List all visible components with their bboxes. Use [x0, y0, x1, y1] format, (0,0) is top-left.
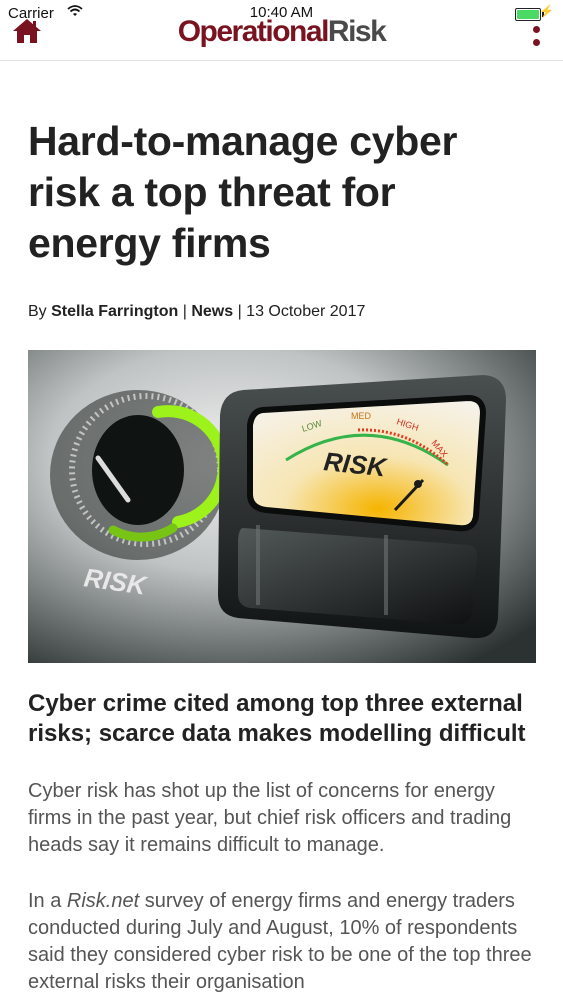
logo-part-risk: Risk	[327, 15, 387, 48]
article: Hard-to-manage cyber risk a top threat f…	[28, 116, 536, 996]
byline-separator: |	[182, 303, 187, 320]
article-subhead: Cyber crime cited among top three extern…	[28, 690, 526, 747]
byline: By Stella Farrington | News | 13 October…	[28, 302, 536, 322]
byline-prefix: By	[28, 303, 47, 320]
byline-section[interactable]: News	[191, 303, 233, 320]
article-paragraph: Cyber risk has shot up the list of conce…	[28, 780, 512, 856]
article-headline: Hard-to-manage cyber risk a top threat f…	[28, 118, 458, 266]
article-hero-image: RISK LOW MED HIGH MAX RISK	[28, 350, 536, 663]
meter-scale-med: MED	[351, 411, 372, 421]
more-vertical-icon[interactable]	[533, 26, 541, 48]
article-paragraph: In a Risk.net survey of energy firms and…	[28, 888, 536, 996]
nav-bar: OperationalRisk	[0, 0, 563, 61]
app-logo: OperationalRisk	[0, 14, 563, 50]
paragraph-text: In a	[28, 890, 67, 912]
byline-date: 13 October 2017	[246, 303, 366, 320]
logo-part-operational: Operational	[177, 15, 330, 48]
risk-net-link[interactable]: Risk.net	[67, 890, 139, 912]
byline-author[interactable]: Stella Farrington	[51, 303, 178, 320]
byline-separator: |	[237, 303, 242, 320]
